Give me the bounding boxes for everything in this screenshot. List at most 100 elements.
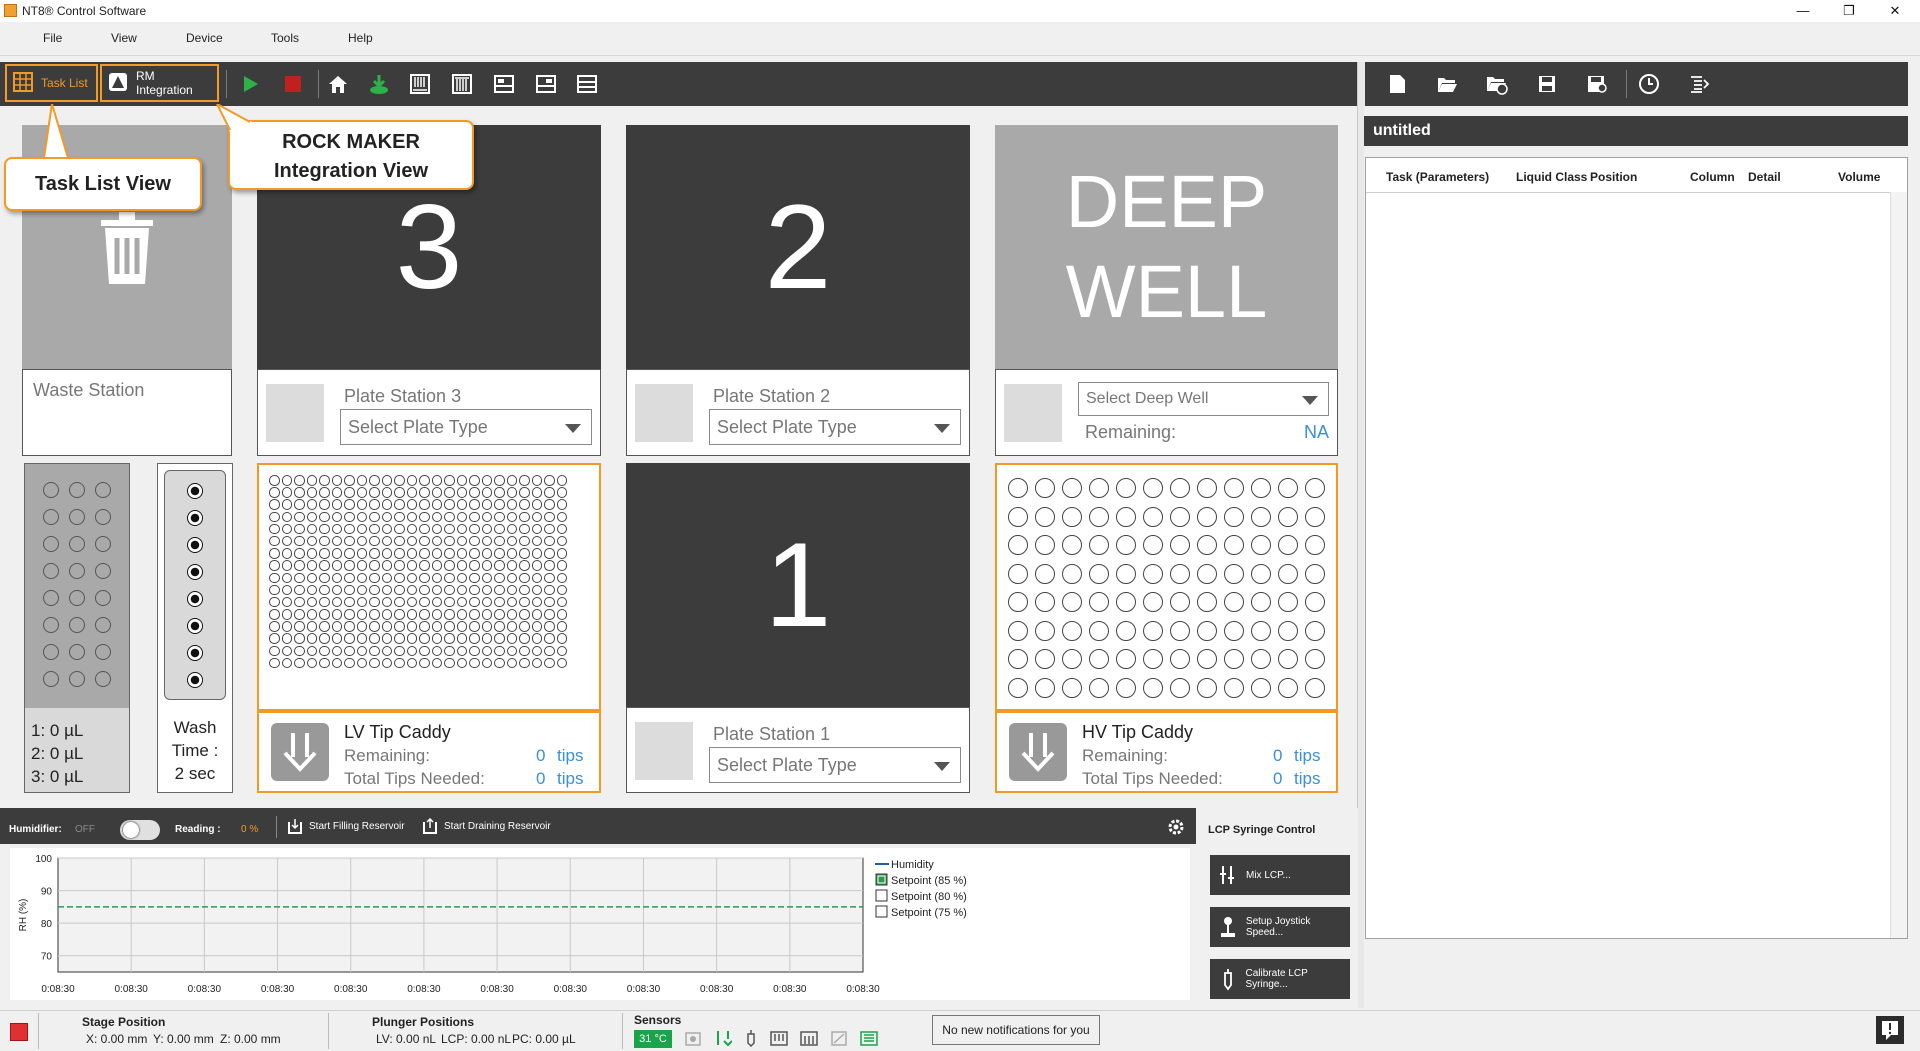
well	[344, 475, 355, 486]
close-button[interactable]: ✕	[1872, 0, 1918, 22]
minimize-button[interactable]: —	[1780, 0, 1826, 22]
menu-file[interactable]: File	[43, 31, 62, 45]
stop-icon[interactable]	[278, 69, 308, 99]
plate-sensor-icon[interactable]	[684, 1029, 702, 1047]
gear-icon[interactable]	[1166, 817, 1186, 840]
well	[381, 535, 392, 547]
lv-tip-eject-button[interactable]	[271, 723, 329, 781]
col-liquid-class[interactable]: Liquid Class	[1516, 170, 1587, 184]
menu-device[interactable]: Device	[186, 31, 223, 45]
plate-view-2-icon[interactable]	[447, 69, 477, 99]
col-position[interactable]: Position	[1590, 170, 1637, 184]
layout-2-icon[interactable]	[531, 69, 561, 99]
menu-tools[interactable]: Tools	[271, 31, 299, 45]
wash-station[interactable]: Wash Time : 2 sec	[157, 463, 233, 793]
save-icon[interactable]	[1532, 69, 1562, 99]
well	[344, 535, 355, 547]
notification-box[interactable]: No new notifications for you	[932, 1015, 1100, 1045]
well	[394, 560, 405, 571]
well	[369, 523, 380, 535]
well	[556, 560, 567, 571]
well	[356, 475, 367, 486]
maximize-button[interactable]: ❐	[1826, 0, 1872, 22]
well	[494, 548, 505, 559]
well	[1116, 506, 1136, 527]
col-volume[interactable]: Volume	[1838, 170, 1880, 184]
waste-station-label: Waste Station	[33, 380, 145, 400]
col-column[interactable]: Column	[1690, 170, 1735, 184]
menu-help[interactable]: Help	[348, 31, 373, 45]
error-indicator[interactable]	[10, 1023, 28, 1041]
list-icon[interactable]	[1684, 69, 1714, 99]
deep-well-image[interactable]: DEEP WELL	[995, 125, 1338, 369]
alert-icon[interactable]	[1876, 1016, 1904, 1044]
plate-thumbnail	[635, 722, 693, 780]
plate-station-3-select[interactable]: Select Plate Type	[340, 409, 592, 445]
prime-icon[interactable]	[364, 69, 394, 99]
well	[419, 633, 430, 644]
humidifier-toggle[interactable]	[120, 820, 160, 840]
plate-load-2-icon[interactable]	[800, 1029, 818, 1047]
plate-load-icon[interactable]	[770, 1029, 788, 1047]
task-table-scrollbar[interactable]	[1890, 192, 1907, 938]
layout-icon[interactable]	[489, 69, 519, 99]
well	[1116, 677, 1136, 698]
start-draining-button[interactable]: Start Draining Reservoir	[423, 818, 551, 834]
well	[456, 572, 467, 583]
new-file-icon[interactable]	[1382, 69, 1412, 99]
well	[531, 523, 542, 535]
calibrate-lcp-syringe-button[interactable]: Calibrate LCP Syringe...	[1210, 959, 1350, 999]
mix-lcp-button[interactable]: Mix LCP...	[1210, 855, 1350, 895]
well	[1089, 649, 1109, 669]
layout-3-icon[interactable]	[572, 69, 602, 99]
temperature-sensor[interactable]: 31 °C	[634, 1030, 672, 1048]
task-table[interactable]: Task (Parameters) Liquid Class Position …	[1365, 157, 1908, 939]
save-as-icon[interactable]	[1582, 69, 1612, 99]
well	[281, 609, 292, 620]
start-filling-button[interactable]: Start Filling Reservoir	[288, 818, 405, 834]
lv-tip-caddy-wells-frame[interactable]	[257, 463, 601, 711]
well	[95, 563, 111, 579]
well	[419, 621, 430, 632]
col-detail[interactable]: Detail	[1748, 170, 1781, 184]
well	[519, 584, 530, 596]
plate-station-1-number[interactable]: 1	[626, 463, 970, 707]
well	[531, 633, 542, 644]
well	[1116, 563, 1136, 584]
setup-joystick-speed-button[interactable]: Setup Joystick Speed...	[1210, 907, 1350, 947]
tip-sensor-icon[interactable]	[714, 1029, 732, 1047]
plate-station-1-select[interactable]: Select Plate Type	[709, 747, 961, 783]
well	[556, 596, 567, 608]
reservoir-sensor-icon[interactable]	[830, 1029, 848, 1047]
play-icon[interactable]	[235, 69, 265, 99]
hv-tip-caddy-wells-frame[interactable]	[995, 463, 1338, 711]
well	[394, 548, 405, 559]
clock-icon[interactable]	[1634, 69, 1664, 99]
plate-station-2-number[interactable]: 2	[626, 125, 970, 369]
well	[356, 609, 367, 620]
deep-well-select[interactable]: Select Deep Well	[1078, 382, 1329, 416]
well	[519, 596, 530, 608]
plate-view-icon[interactable]	[405, 69, 435, 99]
menu-view[interactable]: View	[111, 31, 137, 45]
well	[306, 499, 317, 510]
well	[306, 657, 317, 669]
rm-integration-button[interactable]: RM Integration	[100, 64, 219, 102]
well	[419, 511, 430, 523]
task-list-button[interactable]: Task List	[5, 64, 98, 102]
syringe-sensor-icon[interactable]	[744, 1029, 758, 1047]
well	[431, 584, 442, 596]
wash-sensor-icon[interactable]	[860, 1029, 878, 1047]
home-icon[interactable]	[323, 69, 353, 99]
reservoir-station[interactable]: 1: 0 µL 2: 0 µL 3: 0 µL	[24, 463, 130, 793]
open-folder-icon[interactable]	[1432, 69, 1462, 99]
hv-tip-eject-button[interactable]	[1009, 723, 1067, 781]
plate-station-2-select[interactable]: Select Plate Type	[709, 409, 961, 445]
well	[556, 657, 567, 669]
grid-icon	[13, 71, 33, 95]
well	[187, 537, 203, 553]
open-recent-icon[interactable]	[1482, 69, 1512, 99]
well	[519, 523, 530, 535]
well	[494, 523, 505, 535]
col-task-parameters[interactable]: Task (Parameters)	[1386, 170, 1489, 184]
